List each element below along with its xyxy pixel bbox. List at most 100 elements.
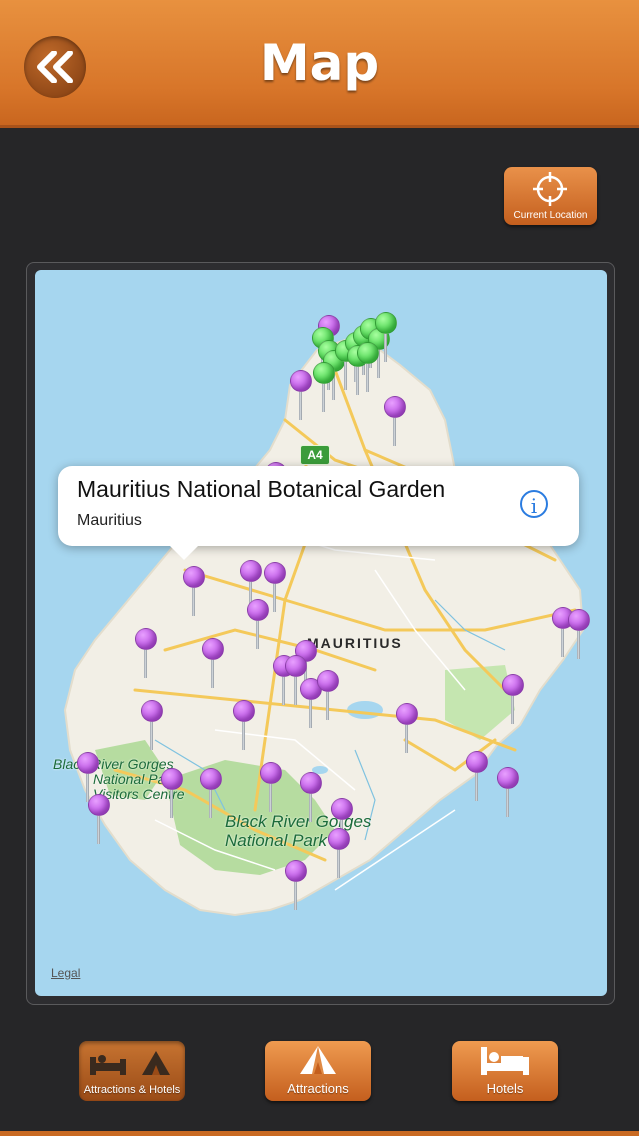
pin-head xyxy=(200,768,222,790)
map-pin[interactable] xyxy=(290,370,312,422)
pin-stick xyxy=(144,648,147,678)
tab-hotels[interactable]: Hotels xyxy=(452,1041,558,1101)
pin-stick xyxy=(393,416,396,446)
pin-head xyxy=(396,703,418,725)
pin-head xyxy=(384,396,406,418)
pin-head xyxy=(328,828,350,850)
pin-stick xyxy=(211,658,214,688)
pin-head xyxy=(375,312,397,334)
pin-head xyxy=(88,794,110,816)
map-pin[interactable] xyxy=(313,362,335,414)
pin-stick xyxy=(294,880,297,910)
pin-stick xyxy=(511,694,514,724)
map-pin[interactable] xyxy=(135,628,157,680)
pin-head xyxy=(183,566,205,588)
map-pin[interactable] xyxy=(161,768,183,820)
map-pin[interactable] xyxy=(396,703,418,755)
pin-head xyxy=(317,670,339,692)
map-pin[interactable] xyxy=(200,768,222,820)
pin-stick xyxy=(242,720,245,750)
tab-attractions-hotels[interactable]: Attractions & Hotels xyxy=(79,1041,185,1101)
callout-subtitle: Mauritius xyxy=(77,512,142,529)
pin-stick xyxy=(209,788,212,818)
map-pin[interactable] xyxy=(247,599,269,651)
pin-head xyxy=(202,638,224,660)
info-icon[interactable]: i xyxy=(520,490,548,518)
pin-stick xyxy=(192,586,195,616)
pin-head xyxy=(285,860,307,882)
bottom-edge xyxy=(0,1131,639,1136)
pin-stick xyxy=(366,362,369,392)
current-location-button[interactable]: Current Location xyxy=(504,167,597,225)
tab-label: Hotels xyxy=(486,1081,524,1096)
pin-head xyxy=(260,762,282,784)
pin-head xyxy=(135,628,157,650)
map-pin[interactable] xyxy=(357,342,379,394)
pin-head xyxy=(357,342,379,364)
map-pin[interactable] xyxy=(497,767,519,819)
map-pin[interactable] xyxy=(141,700,163,752)
pin-stick xyxy=(322,382,325,412)
pin-head xyxy=(568,609,590,631)
pin-head xyxy=(247,599,269,621)
country-label: MAURITIUS xyxy=(307,635,403,651)
map-view[interactable]: A4 MAURITIUS Black River Gorges National… xyxy=(35,270,607,996)
pin-head xyxy=(77,752,99,774)
pin-stick xyxy=(326,690,329,720)
pin-stick xyxy=(506,787,509,817)
legal-link[interactable]: Legal xyxy=(51,966,80,980)
pin-head xyxy=(466,751,488,773)
map-pin[interactable] xyxy=(384,396,406,448)
pin-stick xyxy=(384,332,387,362)
pin-head xyxy=(141,700,163,722)
pin-stick xyxy=(299,390,302,420)
annotation-callout[interactable]: Mauritius National Botanical Garden Maur… xyxy=(58,466,579,560)
pin-head xyxy=(331,798,353,820)
pin-stick xyxy=(309,698,312,728)
map-pin[interactable] xyxy=(233,700,255,752)
map-pin[interactable] xyxy=(88,794,110,846)
pin-head xyxy=(502,674,524,696)
pin-stick xyxy=(561,627,564,657)
pin-stick xyxy=(577,629,580,659)
pin-stick xyxy=(309,792,312,822)
pin-head xyxy=(240,560,262,582)
map-pin[interactable] xyxy=(202,638,224,690)
tab-label: Attractions xyxy=(287,1081,349,1096)
pin-stick xyxy=(170,788,173,818)
pin-head xyxy=(290,370,312,392)
pin-head xyxy=(233,700,255,722)
callout-title: Mauritius National Botanical Garden xyxy=(77,476,446,502)
header-bar: Map xyxy=(0,0,639,128)
map-pin[interactable] xyxy=(568,609,590,661)
pin-head xyxy=(161,768,183,790)
map-pin[interactable] xyxy=(328,828,350,880)
tent-icon xyxy=(300,1046,336,1074)
tab-attractions[interactable]: Attractions xyxy=(265,1041,371,1101)
pin-head xyxy=(285,655,307,677)
bed-icon xyxy=(481,1047,529,1075)
pin-stick xyxy=(150,720,153,750)
pin-head xyxy=(300,772,322,794)
pin-stick xyxy=(294,675,297,705)
pin-head xyxy=(264,562,286,584)
map-pin[interactable] xyxy=(502,674,524,726)
map-pin[interactable] xyxy=(183,566,205,618)
page-title: Map xyxy=(259,34,380,92)
map-pin[interactable] xyxy=(260,762,282,814)
map-pin[interactable] xyxy=(317,670,339,722)
pin-stick xyxy=(97,814,100,844)
map-pin[interactable] xyxy=(285,860,307,912)
pin-head xyxy=(497,767,519,789)
pin-stick xyxy=(269,782,272,812)
bed-tent-icon xyxy=(90,1051,170,1075)
crosshair-icon xyxy=(533,172,567,206)
pin-stick xyxy=(273,582,276,612)
map-pin[interactable] xyxy=(466,751,488,803)
pin-stick xyxy=(475,771,478,801)
tab-label: Attractions & Hotels xyxy=(83,1084,181,1096)
pin-stick xyxy=(337,848,340,878)
pin-head xyxy=(313,362,335,384)
lake xyxy=(347,701,383,719)
map-pin[interactable] xyxy=(300,772,322,824)
